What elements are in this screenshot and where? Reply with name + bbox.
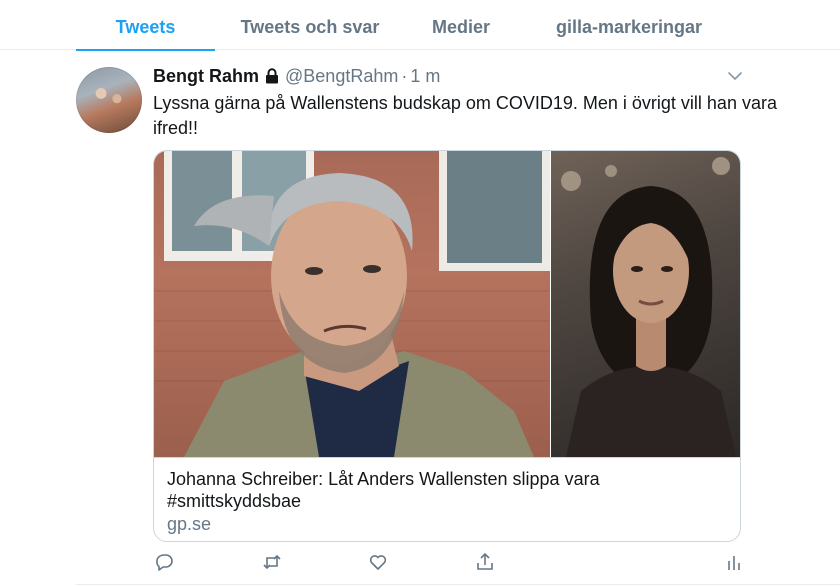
- author-handle[interactable]: @BengtRahm: [285, 66, 398, 87]
- profile-tabs: Tweets Tweets och svar Medier gilla-mark…: [0, 0, 840, 51]
- card-title[interactable]: Johanna Schreiber: Låt Anders Wallensten…: [167, 468, 729, 512]
- retweet-icon[interactable]: [261, 551, 283, 573]
- card-text: Johanna Schreiber: Låt Anders Wallensten…: [154, 457, 740, 541]
- tweet-text: Lyssna gärna på Wallenstens budskap om C…: [153, 93, 777, 138]
- tweet-divider: [76, 584, 840, 585]
- reply-icon[interactable]: [153, 551, 175, 573]
- avatar-frame: [76, 67, 142, 133]
- analytics-icon[interactable]: [723, 551, 745, 573]
- lock-icon: [265, 68, 279, 84]
- card-image-woman: [551, 151, 740, 457]
- tweet[interactable]: Bengt Rahm @BengtRahm · 1 m Lyssna gärna…: [76, 51, 840, 586]
- card-domain: gp.se: [167, 514, 212, 534]
- avatar[interactable]: [76, 67, 142, 133]
- chevron-down-icon[interactable]: [726, 67, 744, 85]
- tweet-timestamp[interactable]: 1 m: [410, 66, 440, 87]
- like-icon[interactable]: [367, 551, 389, 573]
- tweet-header: Bengt Rahm @BengtRahm · 1 m: [153, 65, 440, 87]
- tab-media[interactable]: Medier: [415, 0, 507, 50]
- link-card[interactable]: Johanna Schreiber: Låt Anders Wallensten…: [153, 150, 741, 542]
- share-icon[interactable]: [474, 551, 496, 573]
- author-name[interactable]: Bengt Rahm: [153, 66, 259, 87]
- tab-likes[interactable]: gilla-markeringar: [540, 0, 718, 50]
- tweet-actions: [153, 551, 741, 577]
- tab-tweets-and-replies[interactable]: Tweets och svar: [230, 0, 390, 50]
- card-image-man: [154, 151, 550, 457]
- tab-tweets[interactable]: Tweets: [76, 0, 215, 51]
- separator-dot: ·: [401, 65, 408, 86]
